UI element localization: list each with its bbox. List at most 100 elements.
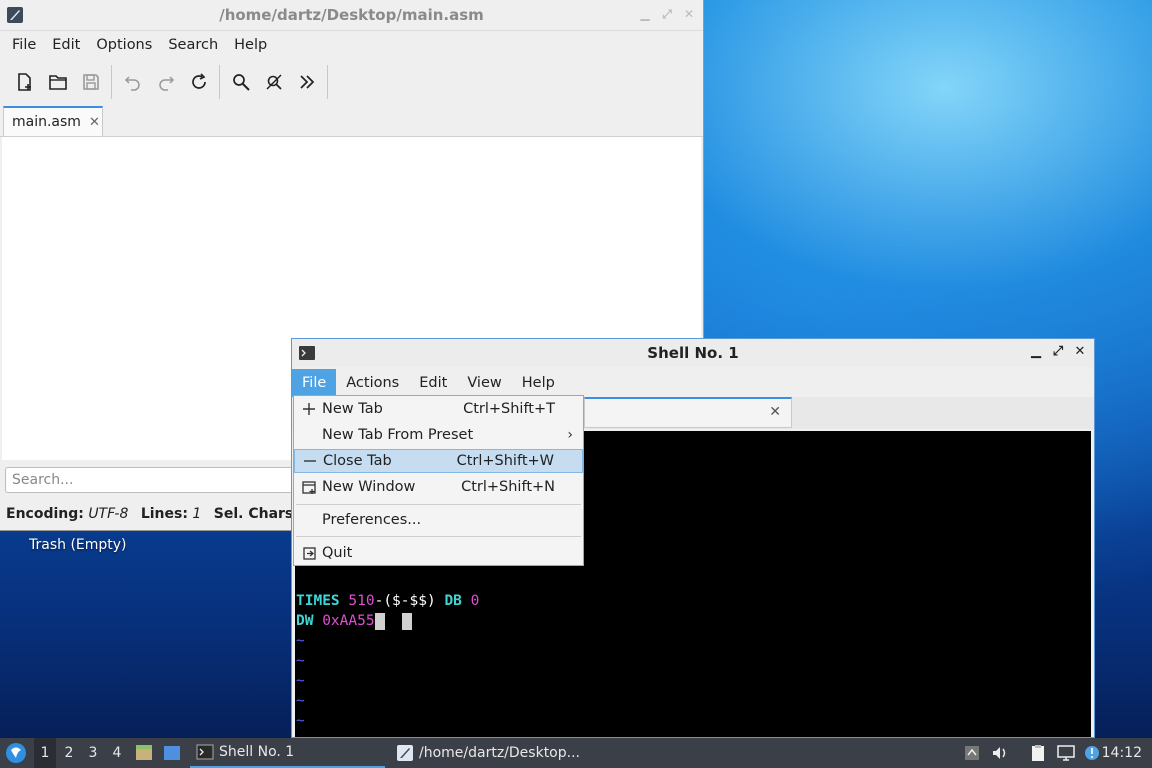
- start-menu-icon[interactable]: [5, 742, 27, 764]
- tab-main-asm[interactable]: main.asm ✕: [3, 106, 103, 136]
- empty-line-marker: ~: [296, 713, 305, 729]
- text-cursor: [374, 612, 385, 630]
- lines-value: 1: [192, 506, 202, 522]
- menu-separator: [296, 536, 581, 537]
- empty-line-marker: ~: [296, 653, 305, 669]
- plus-icon: [301, 401, 317, 417]
- menu-actions[interactable]: Actions: [336, 369, 409, 397]
- volume-icon[interactable]: [990, 743, 1010, 763]
- shell-tab[interactable]: ✕: [584, 397, 792, 428]
- menu-item-quit[interactable]: Quit: [294, 541, 583, 565]
- double-chevron-right-icon: [299, 75, 314, 89]
- menu-edit[interactable]: Edit: [409, 369, 457, 397]
- update-notifier-icon[interactable]: [1082, 743, 1102, 763]
- open-file-button[interactable]: [41, 65, 74, 99]
- toolbar-separator: [111, 65, 112, 99]
- new-window-icon: [301, 479, 317, 495]
- maximize-icon[interactable]: ⤢: [661, 7, 673, 21]
- menu-item-close-tab[interactable]: Close Tab Ctrl+Shift+W: [294, 449, 583, 473]
- tab-close-icon[interactable]: ✕: [89, 115, 100, 130]
- close-icon[interactable]: ✕: [683, 7, 695, 21]
- featherpad-app-icon: [7, 7, 23, 23]
- minimize-icon[interactable]: ▁: [639, 7, 651, 21]
- exit-icon: [301, 545, 317, 561]
- task-label: /home/dartz/Desktop...: [419, 745, 580, 761]
- workspace-3[interactable]: 3: [82, 738, 104, 768]
- block-cursor: [402, 612, 413, 630]
- go-to-line-button[interactable]: [290, 65, 323, 99]
- save-icon: [82, 74, 99, 90]
- shell-title: Shell No. 1: [647, 344, 739, 362]
- save-button[interactable]: [74, 65, 107, 99]
- encoding-value: UTF-8: [88, 506, 129, 522]
- reload-icon: [191, 73, 206, 89]
- menu-file[interactable]: File: [4, 37, 44, 53]
- menu-item-preferences[interactable]: Preferences...: [294, 508, 583, 532]
- terminal-app-icon: [299, 346, 315, 360]
- task-featherpad[interactable]: /home/dartz/Desktop...: [390, 738, 590, 768]
- trash-label[interactable]: Trash (Empty): [29, 537, 127, 553]
- toolbar-separator: [219, 65, 220, 99]
- clock[interactable]: 14:12: [1102, 738, 1142, 768]
- search-input[interactable]: Search...: [5, 467, 305, 493]
- menu-view[interactable]: View: [457, 369, 511, 397]
- menu-item-new-window[interactable]: New Window Ctrl+Shift+N: [294, 475, 583, 499]
- workspace-2[interactable]: 2: [58, 738, 80, 768]
- menu-search[interactable]: Search: [160, 37, 226, 53]
- terminal-line: TIMES 510-($-$$) DB 0: [296, 593, 480, 609]
- undo-icon: [124, 76, 140, 91]
- menu-separator: [296, 504, 581, 505]
- workspace-1[interactable]: 1: [34, 738, 56, 768]
- find-button[interactable]: [224, 65, 257, 99]
- featherpad-toolbar: [0, 62, 703, 102]
- file-dropdown-menu: New Tab Ctrl+Shift+T New Tab From Preset…: [293, 395, 584, 566]
- search-icon: [232, 74, 250, 91]
- file-manager-icon[interactable]: [134, 743, 154, 763]
- close-icon[interactable]: ✕: [1074, 345, 1086, 359]
- toolbar-separator: [327, 65, 328, 99]
- empty-line-marker: ~: [296, 633, 305, 649]
- minimize-icon[interactable]: ▁: [1030, 345, 1042, 359]
- show-desktop-icon[interactable]: [162, 743, 182, 763]
- lines-label: Lines:: [140, 506, 188, 522]
- new-file-button[interactable]: [8, 65, 41, 99]
- tab-label: main.asm: [12, 114, 81, 130]
- chevron-right-icon: ›: [567, 427, 573, 443]
- new-file-icon: [17, 73, 31, 91]
- task-label: Shell No. 1: [219, 744, 295, 760]
- sel-chars-label: Sel. Chars:: [213, 506, 299, 522]
- replace-button[interactable]: [257, 65, 290, 99]
- find-replace-icon: [265, 74, 282, 90]
- redo-icon: [158, 76, 174, 91]
- folder-icon: [48, 75, 67, 90]
- tab-close-icon[interactable]: ✕: [769, 404, 781, 420]
- featherpad-titlebar[interactable]: /home/dartz/Desktop/main.asm ▁ ⤢ ✕: [0, 0, 703, 31]
- featherpad-title: /home/dartz/Desktop/main.asm: [219, 6, 484, 24]
- menu-edit[interactable]: Edit: [44, 37, 88, 53]
- tray-arrow-icon[interactable]: [962, 743, 982, 763]
- workspace-4[interactable]: 4: [106, 738, 128, 768]
- minus-icon: [302, 453, 318, 469]
- network-icon[interactable]: [1056, 743, 1076, 763]
- maximize-icon[interactable]: ⤢: [1052, 345, 1064, 359]
- featherpad-menubar: File Edit Options Search Help: [0, 32, 703, 58]
- menu-item-new-tab[interactable]: New Tab Ctrl+Shift+T: [294, 397, 583, 421]
- taskbar: 1 2 3 4 Shell No. 1 /home/dartz/Desktop.…: [0, 738, 1152, 768]
- menu-file[interactable]: File: [292, 369, 337, 397]
- encoding-label: Encoding:: [6, 506, 84, 522]
- menu-item-new-tab-from-preset[interactable]: New Tab From Preset ›: [294, 423, 583, 447]
- featherpad-icon: [397, 745, 413, 761]
- redo-button[interactable]: [149, 65, 182, 99]
- shell-titlebar[interactable]: Shell No. 1 ▁ ⤢ ✕: [292, 339, 1094, 367]
- empty-line-marker: ~: [296, 693, 305, 709]
- reload-button[interactable]: [182, 65, 215, 99]
- terminal-line: DW 0xAA55: [296, 611, 413, 631]
- menu-help[interactable]: Help: [512, 369, 565, 397]
- menu-options[interactable]: Options: [88, 37, 160, 53]
- featherpad-tabbar: main.asm ✕: [0, 104, 703, 137]
- menu-help[interactable]: Help: [226, 37, 275, 53]
- shell-menubar: File Actions Edit View Help: [292, 369, 1094, 397]
- clipboard-icon[interactable]: [1028, 743, 1048, 763]
- undo-button[interactable]: [116, 65, 149, 99]
- task-shell[interactable]: Shell No. 1: [190, 738, 385, 768]
